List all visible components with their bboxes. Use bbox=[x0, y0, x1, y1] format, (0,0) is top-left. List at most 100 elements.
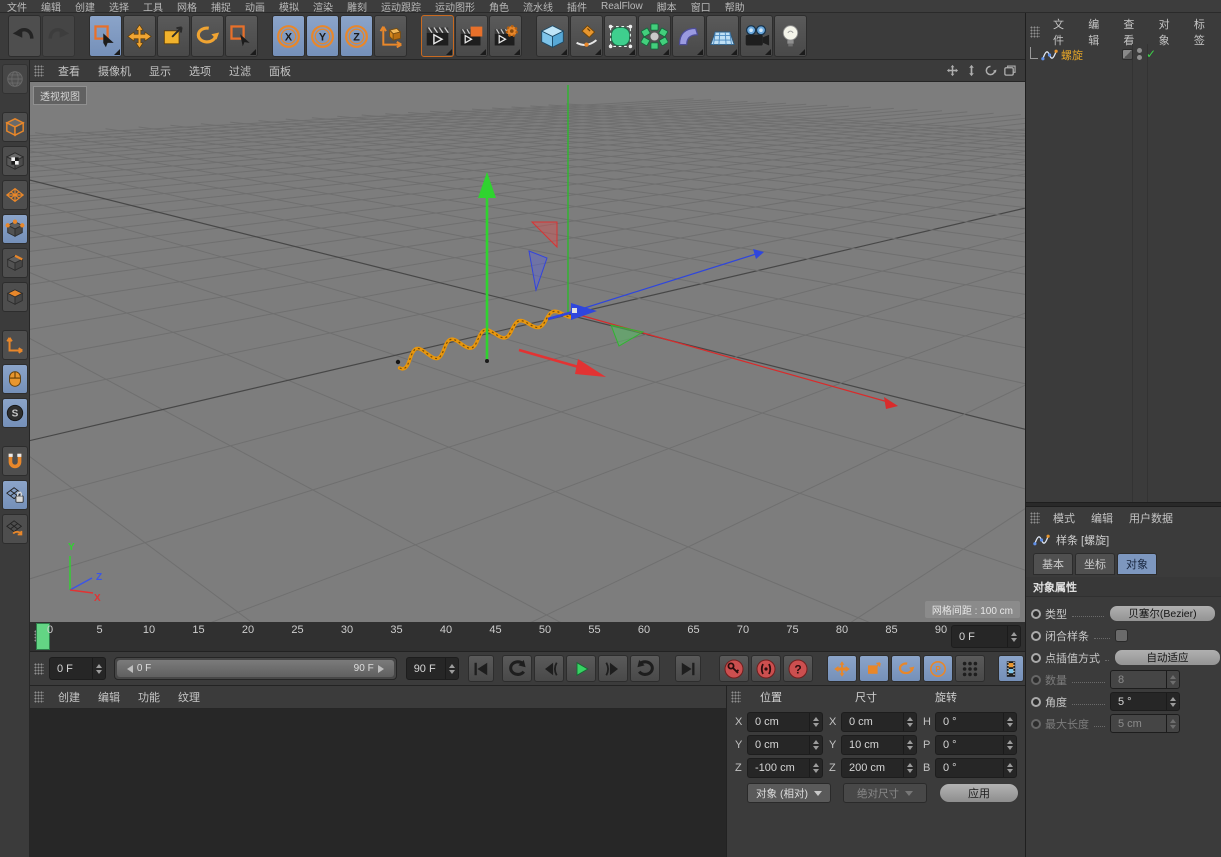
viewport-menu-view[interactable]: 查看 bbox=[49, 63, 89, 79]
key-rotation-toggle[interactable] bbox=[891, 655, 921, 682]
position-input[interactable]: 0 cm bbox=[747, 735, 823, 755]
gizmo-center-handle[interactable] bbox=[572, 308, 577, 313]
type-dropdown[interactable]: 贝塞尔(Bezier) bbox=[1109, 605, 1216, 622]
size-stepper[interactable] bbox=[903, 759, 916, 777]
model-mode-button[interactable] bbox=[2, 112, 28, 142]
perspective-viewport[interactable]: 透视视图 网格间距 : 100 cm bbox=[30, 82, 1025, 622]
size-stepper[interactable] bbox=[903, 736, 916, 754]
viewport-pan-icon[interactable] bbox=[945, 63, 960, 78]
gizmo-plane-handle-red[interactable] bbox=[532, 222, 557, 247]
menu-item[interactable]: 文件 bbox=[0, 0, 34, 14]
menu-item[interactable]: 模拟 bbox=[272, 0, 306, 14]
subdivision-surface-button[interactable] bbox=[604, 15, 637, 57]
points-mode-button[interactable] bbox=[2, 214, 28, 244]
floor-environment-button[interactable] bbox=[706, 15, 739, 57]
visibility-dots[interactable] bbox=[1137, 48, 1142, 60]
panel-grip[interactable] bbox=[34, 65, 44, 77]
menu-item[interactable]: 创建 bbox=[68, 0, 102, 14]
size-input[interactable]: 0 cm bbox=[841, 712, 917, 732]
menu-item[interactable]: 雕刻 bbox=[340, 0, 374, 14]
add-cube-button[interactable] bbox=[536, 15, 569, 57]
material-menu-edit[interactable]: 编辑 bbox=[89, 689, 129, 705]
layer-icon[interactable] bbox=[1122, 49, 1133, 60]
previous-key-button[interactable] bbox=[502, 655, 532, 682]
menu-item[interactable]: 工具 bbox=[136, 0, 170, 14]
lock-z-axis-button[interactable]: Z bbox=[340, 15, 373, 57]
size-input[interactable]: 10 cm bbox=[841, 735, 917, 755]
apply-button[interactable]: 应用 bbox=[939, 783, 1019, 803]
add-spline-pen-button[interactable] bbox=[570, 15, 603, 57]
viewport-rotate-icon[interactable] bbox=[983, 63, 998, 78]
current-frame-spinner[interactable]: 0 F bbox=[49, 657, 106, 680]
enabled-check-icon[interactable]: ✓ bbox=[1146, 47, 1156, 61]
keying-help-button[interactable]: ? bbox=[783, 655, 813, 682]
size-stepper[interactable] bbox=[903, 713, 916, 731]
light-button[interactable] bbox=[774, 15, 807, 57]
deformer-bend-button[interactable] bbox=[672, 15, 705, 57]
material-menu-create[interactable]: 创建 bbox=[49, 689, 89, 705]
menu-item[interactable]: 脚本 bbox=[650, 0, 684, 14]
menu-item[interactable]: 运动跟踪 bbox=[374, 0, 428, 14]
number-input[interactable]: 8 bbox=[1110, 670, 1180, 689]
selection-tool-button[interactable] bbox=[225, 15, 258, 57]
menu-item[interactable]: 编辑 bbox=[34, 0, 68, 14]
panel-grip[interactable] bbox=[34, 691, 44, 703]
polygons-mode-button[interactable] bbox=[2, 282, 28, 312]
current-frame-value[interactable]: 0 F bbox=[50, 663, 92, 675]
material-menu-texture[interactable]: 纹理 bbox=[169, 689, 209, 705]
key-pla-toggle[interactable] bbox=[955, 655, 985, 682]
coordinate-mode-dropdown[interactable]: 对象 (相对) bbox=[747, 783, 831, 803]
lock-x-axis-button[interactable]: X bbox=[272, 15, 305, 57]
workplane-lock-button[interactable] bbox=[2, 480, 28, 510]
range-start[interactable]: 0 F bbox=[123, 663, 151, 674]
viewport-menu-options[interactable]: 选项 bbox=[180, 63, 220, 79]
panel-grip[interactable] bbox=[731, 691, 741, 703]
scale-tool-button[interactable] bbox=[157, 15, 190, 57]
viewport-zoom-icon[interactable] bbox=[964, 63, 979, 78]
tab-object[interactable]: 对象 bbox=[1117, 553, 1157, 575]
previous-frame-button[interactable] bbox=[534, 655, 564, 682]
range-start-arrow-icon[interactable] bbox=[123, 665, 133, 673]
material-list-area[interactable] bbox=[30, 709, 726, 857]
record-keyframe-button[interactable] bbox=[719, 655, 749, 682]
position-stepper[interactable] bbox=[809, 713, 822, 731]
object-name[interactable]: 螺旋 bbox=[1061, 47, 1083, 63]
panel-grip[interactable] bbox=[1030, 512, 1040, 524]
am-menu-edit[interactable]: 编辑 bbox=[1083, 510, 1121, 526]
viewport-menu-panel[interactable]: 面板 bbox=[260, 63, 300, 79]
am-menu-mode[interactable]: 模式 bbox=[1045, 510, 1083, 526]
viewport-menu-filter[interactable]: 过滤 bbox=[220, 63, 260, 79]
menu-item[interactable]: 选择 bbox=[102, 0, 136, 14]
menu-item[interactable]: 帮助 bbox=[718, 0, 752, 14]
menu-item[interactable]: 渲染 bbox=[306, 0, 340, 14]
max-length-input[interactable]: 5 cm bbox=[1110, 714, 1180, 733]
make-editable-button[interactable] bbox=[2, 64, 28, 94]
magnet-snap-button[interactable] bbox=[2, 446, 28, 476]
open-timeline-button[interactable] bbox=[998, 655, 1024, 682]
workplane-mode-button[interactable] bbox=[2, 180, 28, 210]
enable-axis-button[interactable] bbox=[2, 330, 28, 360]
menu-item[interactable]: 窗口 bbox=[684, 0, 718, 14]
current-frame-stepper[interactable] bbox=[92, 658, 105, 679]
texture-mode-button[interactable] bbox=[2, 146, 28, 176]
live-selection-button[interactable] bbox=[89, 15, 122, 57]
go-to-end-button[interactable] bbox=[675, 655, 701, 682]
rotation-stepper[interactable] bbox=[1003, 759, 1016, 777]
menu-item[interactable]: 网格 bbox=[170, 0, 204, 14]
rotation-input[interactable]: 0 ° bbox=[935, 758, 1017, 778]
position-stepper[interactable] bbox=[809, 736, 822, 754]
render-view-button[interactable] bbox=[421, 15, 454, 57]
frame-field-value[interactable]: 0 F bbox=[952, 631, 1007, 643]
menu-item[interactable]: 流水线 bbox=[516, 0, 560, 14]
gizmo-x-axis[interactable] bbox=[519, 350, 582, 368]
tab-coordinates[interactable]: 坐标 bbox=[1075, 553, 1115, 575]
rotation-stepper[interactable] bbox=[1003, 713, 1016, 731]
frame-field[interactable]: 0 F bbox=[951, 625, 1021, 648]
play-button[interactable] bbox=[566, 655, 596, 682]
menu-item[interactable]: 捕捉 bbox=[204, 0, 238, 14]
menu-item[interactable]: RealFlow bbox=[594, 1, 650, 12]
keyframe-radio[interactable] bbox=[1031, 719, 1041, 729]
gizmo-plane-handle-blue[interactable] bbox=[529, 251, 547, 290]
position-input[interactable]: 0 cm bbox=[747, 712, 823, 732]
end-frame-spinner[interactable]: 90 F bbox=[406, 657, 459, 680]
